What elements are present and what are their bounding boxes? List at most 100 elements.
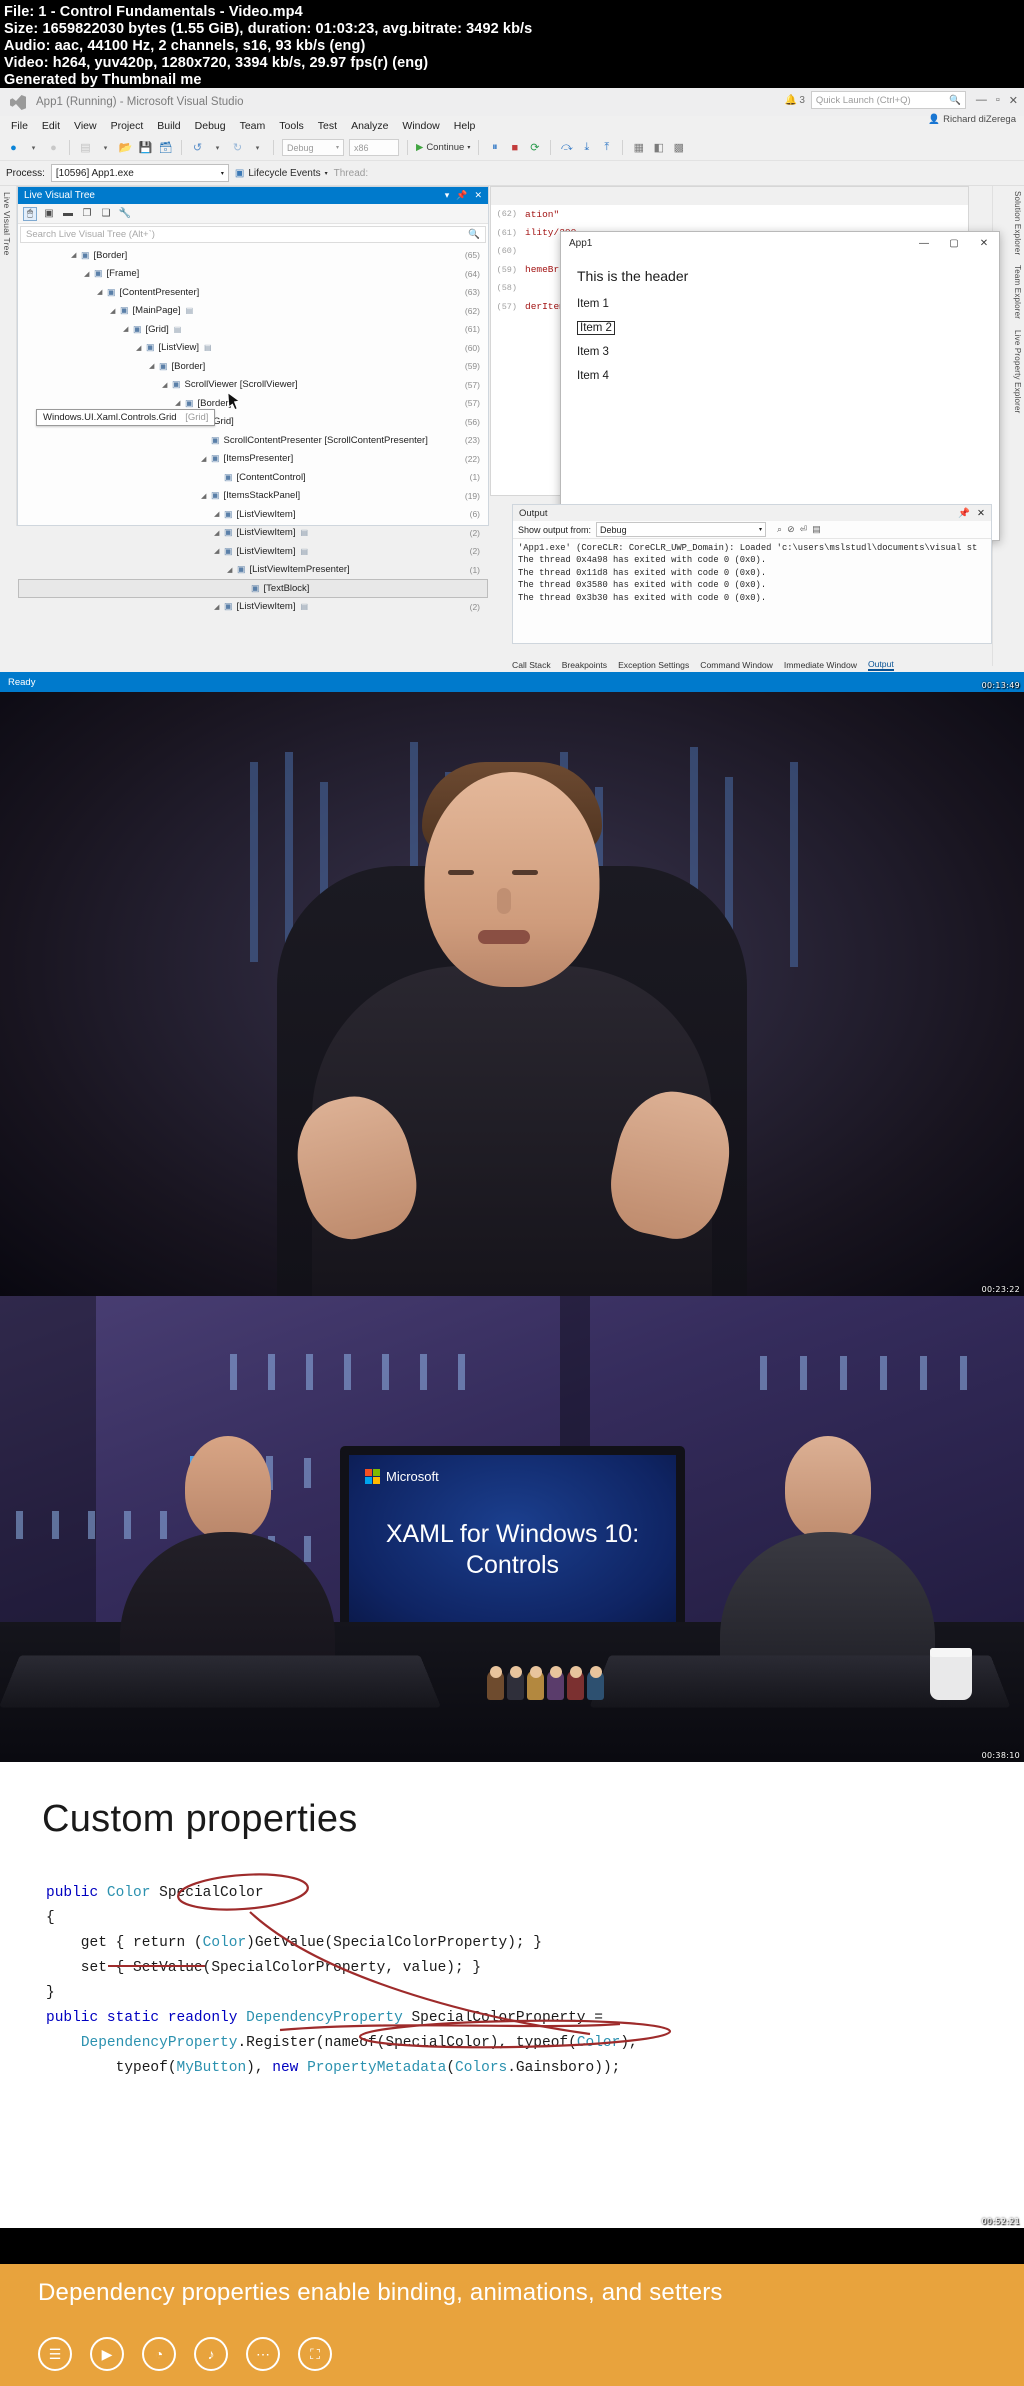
preview-selection-icon[interactable]: ▬ [61,207,75,221]
tree-node[interactable]: ◢ ▣ [ListViewItemPresenter] (1) [18,561,488,580]
tab-output[interactable]: Output [867,659,894,671]
save-all-icon[interactable]: 🗃 [158,140,173,155]
editor-tab-strip[interactable] [491,187,968,205]
open-file-icon[interactable]: 📂 [118,140,133,155]
stop-icon[interactable]: ■ [507,140,522,155]
tree-node[interactable]: ◢ ▣ [Border] (65) [18,246,488,265]
tree-node[interactable]: ▣ ScrollContentPresenter [ScrollContentPr… [18,431,488,450]
panel-header-buttons[interactable]: ▾ 📌 ✕ [445,190,482,201]
redo-icon[interactable]: ↻ [230,140,245,155]
step-out-icon[interactable]: ⤒ [599,140,614,155]
search-icon[interactable]: 🔍 [468,229,480,240]
tab-command-window[interactable]: Command Window [700,660,773,670]
app1-list-item[interactable]: Item 1 [561,292,999,316]
tree-node[interactable]: ◢ ▣ [MainPage] ▤ (62) [18,302,488,321]
navigate-forward-icon[interactable]: ● [46,140,61,155]
tree-node[interactable]: ◢ ▣ [ItemsStackPanel] (19) [18,487,488,506]
left-tool-strip[interactable]: Live Visual Tree [0,186,17,526]
expander-icon[interactable]: ◢ [71,251,81,259]
bell-icon[interactable]: 🔔 3 [785,95,805,106]
output-toolbar-icons[interactable]: ⌕ ⊘ ⏎ ▤ [777,524,821,535]
expander-icon[interactable]: ◢ [201,455,211,463]
window-controls[interactable]: — ▫ ✕ [976,94,1018,107]
menu-project[interactable]: Project [104,119,151,133]
tab-exception-settings[interactable]: Exception Settings [618,660,689,670]
menu-view[interactable]: View [67,119,104,133]
expander-icon[interactable]: ◢ [214,510,224,518]
restart-icon[interactable]: ⟳ [527,140,542,155]
live-visual-tree-list[interactable]: ◢ ▣ [Border] (65) ◢ ▣ [Frame] (64) ◢ ▣ [ContentPre… [18,243,488,616]
process-combo[interactable]: [10596] App1.exe ▾ [50,164,229,182]
menu-test[interactable]: Test [311,119,344,133]
menu-build[interactable]: Build [150,119,187,133]
show-in-tree-icon[interactable]: ❐ [80,207,94,221]
find-message-icon[interactable]: ⌕ [777,524,782,535]
expander-icon[interactable]: ◢ [136,344,146,352]
expander-icon[interactable]: ◢ [227,566,237,574]
tree-node[interactable]: ◢ ▣ ScrollViewer [ScrollViewer] (57) [18,376,488,395]
output-source-combo[interactable]: Debug ▾ [596,522,767,537]
undo-icon[interactable]: ↺ [190,140,205,155]
tree-node[interactable]: ◢ ▣ [ListViewItem] ▤ (2) [18,524,488,543]
account-info[interactable]: 👤 Richard diZerega [928,114,1016,125]
menu-analyze[interactable]: Analyze [344,119,395,133]
tree-node[interactable]: ◢ ▣ [ItemsPresenter] (22) [18,450,488,469]
menu-file[interactable]: File [4,119,35,133]
menu-debug[interactable]: Debug [188,119,233,133]
select-element-icon[interactable]: 🖱 [23,206,37,221]
expander-icon[interactable]: ◢ [84,270,94,278]
app1-window-controls[interactable]: — ▢ ✕ [909,232,999,254]
quick-launch-input[interactable]: Quick Launch (Ctrl+Q) 🔍 [810,91,966,109]
menu-help[interactable]: Help [447,119,483,133]
new-project-icon[interactable]: ▤ [78,140,93,155]
display-layout-icon[interactable]: ▣ [42,207,56,221]
left-tab-live-visual-tree[interactable]: Live Visual Tree [0,186,14,262]
save-icon[interactable]: 💾 [138,140,153,155]
expander-icon[interactable]: ◢ [175,399,185,407]
expander-icon[interactable]: ◢ [149,362,159,370]
volume-button[interactable]: ♪ [194,2337,228,2371]
expander-icon[interactable]: ◢ [97,288,107,296]
player-control-bar[interactable]: ☰ ▶ ◔ ♪ ⋯ ⛶ [0,2322,1024,2386]
expander-icon[interactable]: ◢ [214,603,224,611]
toggle-timestamp-icon[interactable]: ▤ [812,524,821,535]
chevron-down-icon[interactable]: ▾ [250,140,265,155]
speed-button[interactable]: ◔ [142,2337,176,2371]
output-toolbar[interactable]: Show output from: Debug ▾ ⌕ ⊘ ⏎ ▤ [513,521,991,539]
pause-icon[interactable]: ⏸ [487,140,502,155]
play-button[interactable]: ▶ [90,2337,124,2371]
menu-team[interactable]: Team [233,119,273,133]
app1-list-item[interactable]: Item 3 [561,340,999,364]
tree-node[interactable]: ◢ ▣ [ListViewItem] (6) [18,505,488,524]
menu-window[interactable]: Window [395,119,446,133]
menu-button[interactable]: ☰ [38,2337,72,2371]
live-visual-tree-toolbar[interactable]: 🖱 ▣ ▬ ❐ ❑ 🔧 [18,204,488,224]
chevron-down-icon[interactable]: ▾ [98,140,113,155]
close-icon[interactable]: ✕ [977,508,985,519]
hex-view-icon[interactable]: ▩ [671,140,686,155]
app1-minimize-button[interactable]: — [909,232,939,254]
tab-call-stack[interactable]: Call Stack [512,660,551,670]
toggle-wordwrap-icon[interactable]: ⏎ [800,524,808,535]
expander-icon[interactable]: ◢ [201,492,211,500]
pin-icon[interactable]: 📌 [958,508,970,519]
settings-wrench-icon[interactable]: 🔧 [118,207,132,221]
fullscreen-button[interactable]: ⛶ [298,2337,332,2371]
more-button[interactable]: ⋯ [246,2337,280,2371]
app1-close-button[interactable]: ✕ [969,232,999,254]
breakpoints-icon[interactable]: ◧ [651,140,666,155]
debug-window-tabs[interactable]: Call Stack Breakpoints Exception Setting… [512,658,992,672]
xaml-source-badge-icon[interactable]: ▤ [174,325,182,334]
window-close-button[interactable]: ✕ [1009,94,1018,107]
menu-tools[interactable]: Tools [272,119,311,133]
vs-debug-location-toolbar[interactable]: Process: [10596] App1.exe ▾ ▣ Lifecycle … [0,161,1024,186]
xaml-source-badge-icon[interactable]: ▤ [204,343,212,352]
track-focus-icon[interactable]: ❑ [99,207,113,221]
vs-menu-bar[interactable]: File Edit View Project Build Debug Team … [0,116,1024,135]
pin-icon[interactable]: 📌 [456,190,467,201]
step-into-icon[interactable]: ⤓ [579,140,594,155]
expander-icon[interactable]: ◢ [162,381,172,389]
vs-standard-toolbar[interactable]: ● ▾ ● ▤ ▾ 📂 💾 🗃 ↺ ▾ ↻ ▾ Debug ▾ x86 ▶ Co… [0,135,1024,161]
close-icon[interactable]: ✕ [474,190,482,201]
tree-node[interactable]: ◢ ▣ [ListViewItem] ▤ (2) [18,598,488,617]
